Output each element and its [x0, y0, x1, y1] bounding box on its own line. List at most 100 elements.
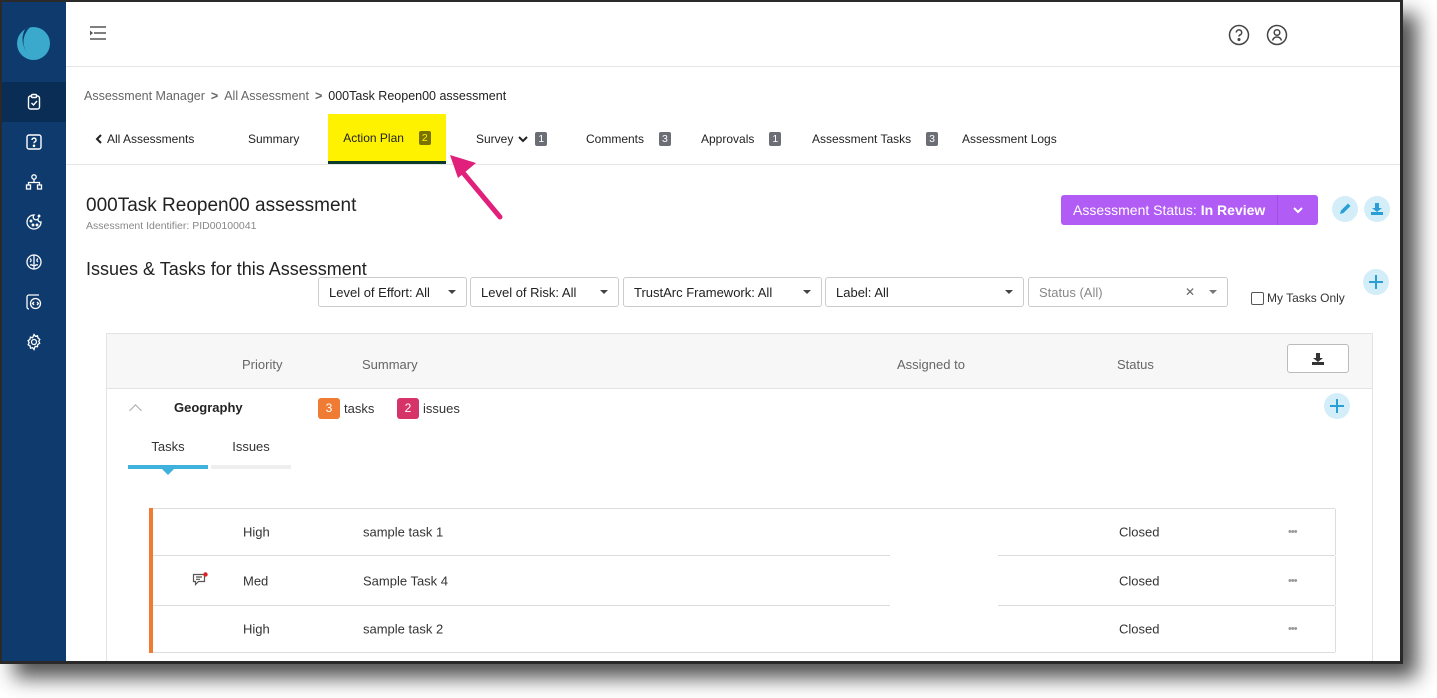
- more-actions-icon[interactable]: •••: [1288, 575, 1298, 587]
- status-cell: Closed: [1119, 524, 1160, 540]
- cookie-icon: [26, 214, 42, 230]
- filter-value: Level of Effort: All: [329, 284, 430, 300]
- user-circle-icon[interactable]: [1266, 24, 1288, 51]
- subtab-indicator: [211, 465, 291, 469]
- top-bar: [66, 2, 1400, 67]
- issues-tasks-table: Priority Summary Assigned to Status Geog…: [106, 333, 1373, 661]
- edit-button[interactable]: [1332, 196, 1358, 222]
- back-label: All Assessments: [107, 132, 195, 146]
- column-status[interactable]: Status: [1117, 357, 1154, 372]
- sidebar-item-cookies[interactable]: [2, 202, 66, 242]
- subtab-tasks[interactable]: Tasks: [128, 439, 208, 475]
- sidebar-item-help[interactable]: [2, 122, 66, 162]
- sidebar-item-assessments[interactable]: [2, 82, 66, 122]
- tab-comments[interactable]: Comments 3: [586, 114, 671, 164]
- add-to-group-button[interactable]: [1324, 393, 1350, 419]
- my-tasks-only-checkbox[interactable]: My Tasks Only: [1251, 291, 1345, 305]
- breadcrumb-link-assessment-manager[interactable]: Assessment Manager: [84, 89, 205, 103]
- question-square-icon: [26, 134, 42, 150]
- sidebar-item-ai[interactable]: [2, 242, 66, 282]
- chevron-up-icon[interactable]: [129, 404, 142, 417]
- label-filter[interactable]: Label: All: [825, 277, 1024, 307]
- level-of-risk-filter[interactable]: Level of Risk: All: [470, 277, 619, 307]
- annotation-arrow: [450, 155, 503, 220]
- status-dropdown-toggle[interactable]: [1277, 195, 1318, 225]
- assessment-title: 000Task Reopen00 assessment: [86, 195, 357, 216]
- sidebar-item-code[interactable]: [2, 282, 66, 322]
- sidebar: [2, 2, 66, 661]
- row-border: [1335, 509, 1336, 555]
- plus-icon: [1369, 275, 1383, 289]
- status-filter[interactable]: Status (All) ✕: [1028, 277, 1228, 307]
- brain-icon: [26, 254, 42, 270]
- comment-icon[interactable]: [192, 571, 209, 590]
- checkbox[interactable]: [1251, 291, 1264, 305]
- tasks-count: 3 tasks: [318, 398, 374, 419]
- row-border: [1335, 606, 1336, 652]
- assessment-status-button[interactable]: Assessment Status: In Review: [1061, 195, 1318, 225]
- status-value: In Review: [1200, 202, 1266, 218]
- sidebar-item-network[interactable]: [2, 162, 66, 202]
- summary-cell[interactable]: sample task 1: [363, 525, 443, 540]
- add-item-button[interactable]: [1363, 269, 1389, 295]
- table-header: Priority Summary Assigned to Status: [107, 334, 1372, 389]
- menu-collapse-icon[interactable]: [88, 24, 108, 47]
- filter-value: Level of Risk: All: [481, 284, 577, 300]
- task-list: High sample task 1 Closed ••• Med Sample…: [149, 508, 1336, 653]
- status-cell: Closed: [1119, 573, 1160, 588]
- code-window-icon: [26, 294, 42, 310]
- status-cell: Closed: [1119, 621, 1160, 637]
- assigned-gap: [890, 605, 998, 607]
- issues-count-badge: 2: [397, 398, 419, 419]
- tab-label: Action Plan: [343, 130, 404, 145]
- back-to-all-assessments[interactable]: All Assessments: [94, 114, 194, 164]
- pencil-icon: [1340, 203, 1351, 214]
- tab-approvals[interactable]: Approvals 1: [701, 114, 782, 164]
- tab-summary[interactable]: Summary: [248, 114, 299, 164]
- summary-cell[interactable]: sample task 2: [363, 622, 443, 637]
- trustarc-framework-filter[interactable]: TrustArc Framework: All: [623, 277, 822, 307]
- more-actions-icon[interactable]: •••: [1288, 526, 1298, 538]
- column-priority[interactable]: Priority: [242, 357, 282, 372]
- tab-assessment-tasks[interactable]: Assessment Tasks 3: [812, 114, 938, 164]
- tab-label: Assessment Logs: [962, 132, 1057, 146]
- level-of-effort-filter[interactable]: Level of Effort: All: [318, 277, 467, 307]
- assessment-identifier: Assessment Identifier: PID00100041: [86, 220, 257, 232]
- clipboard-check-icon: [27, 93, 41, 110]
- tab-action-plan[interactable]: Action Plan 2: [328, 114, 446, 164]
- help-circle-icon[interactable]: [1228, 24, 1250, 51]
- table-row[interactable]: High sample task 2 Closed •••: [153, 605, 1336, 653]
- more-actions-icon[interactable]: •••: [1288, 623, 1298, 635]
- tab-assessment-logs[interactable]: Assessment Logs: [962, 114, 1057, 164]
- tab-label: Summary: [248, 132, 300, 146]
- export-button[interactable]: [1287, 344, 1349, 373]
- column-assigned-to[interactable]: Assigned to: [897, 357, 965, 372]
- sidebar-item-settings[interactable]: [2, 322, 66, 362]
- caret-down-icon: [448, 290, 456, 294]
- breadcrumb-link-all-assessment[interactable]: All Assessment: [224, 89, 309, 103]
- clear-icon[interactable]: ✕: [1185, 285, 1195, 299]
- column-summary[interactable]: Summary: [362, 357, 418, 372]
- chevron-left-icon: [95, 134, 102, 144]
- subtab-label: Issues: [232, 439, 270, 454]
- priority-cell: High: [243, 621, 270, 637]
- summary-cell[interactable]: Sample Task 4: [363, 573, 448, 588]
- assessment-tabs: All Assessments Summary Action Plan 2 Sur…: [66, 114, 1400, 165]
- tab-label: Approvals: [701, 132, 755, 146]
- caret-down-icon: [600, 290, 608, 294]
- subtab-issues[interactable]: Issues: [211, 439, 291, 469]
- network-icon: [25, 174, 43, 190]
- subtab-pointer: [162, 469, 174, 475]
- caret-down-icon: [1209, 290, 1217, 294]
- table-row[interactable]: Med Sample Task 4 Closed •••: [153, 555, 1336, 605]
- trustarc-logo[interactable]: [17, 27, 50, 60]
- issues-count: 2 issues: [397, 398, 460, 419]
- tab-label: Comments: [586, 132, 645, 146]
- table-row[interactable]: High sample task 1 Closed •••: [153, 508, 1336, 555]
- download-button[interactable]: [1364, 196, 1390, 222]
- group-row-geography: Geography 3 tasks 2 issues: [107, 388, 1372, 428]
- tab-label: Assessment Tasks: [812, 132, 912, 146]
- breadcrumb: Assessment Manager > All Assessment >000Tas…: [84, 89, 506, 103]
- caret-down-icon: [803, 290, 811, 294]
- app-window: Assessment Manager > All Assessment >000Tas…: [0, 0, 1403, 664]
